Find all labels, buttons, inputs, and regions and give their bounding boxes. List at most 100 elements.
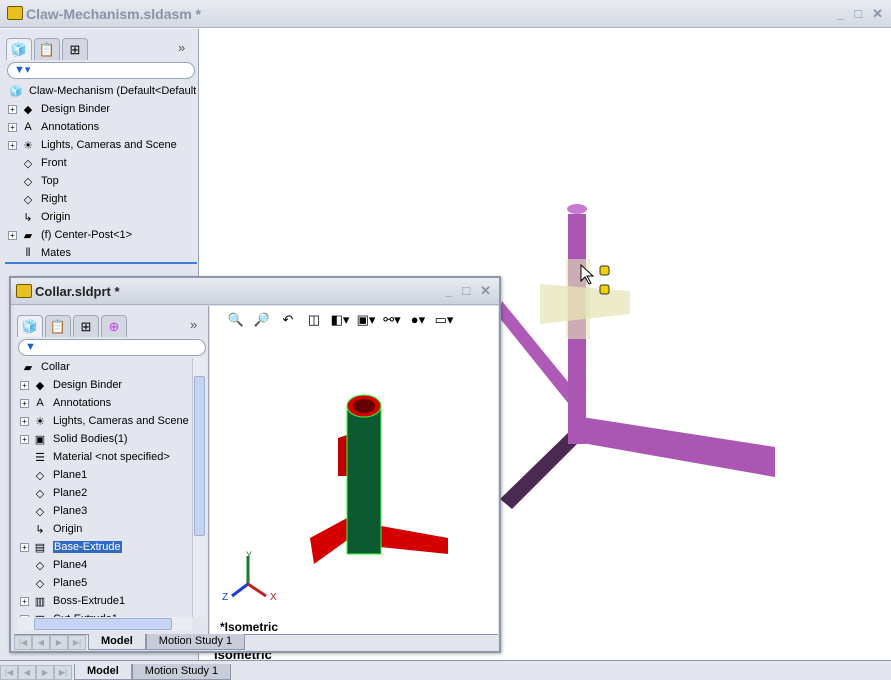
design-binder-icon: ◆ <box>23 103 33 116</box>
collar-window: Collar.sldprt * _ □ ✕ 🧊 📋 ⊞ ⊕ » ▼ ▰ Colla… <box>9 276 501 653</box>
tab-configuration-manager[interactable]: ⊞ <box>62 38 88 60</box>
expand-icon[interactable]: + <box>8 104 17 114</box>
tree-item[interactable]: ◇ Top <box>8 172 198 190</box>
collar-graphics-area[interactable]: 🔍 🔎 ↶ ◫ ◧▾ ▣▾ ⚯▾ ●▾ ▭▾ Y Z X *Isometric <box>210 306 498 636</box>
tree-item[interactable]: + ◆ Design Binder <box>8 100 198 118</box>
plane-icon: ◇ <box>23 175 33 188</box>
collar-minimize-button[interactable]: _ <box>445 283 452 299</box>
tree-item-label: Origin <box>53 523 83 535</box>
maximize-button[interactable]: □ <box>854 6 862 22</box>
tree-item[interactable]: ↳ Origin <box>20 520 192 538</box>
next-tab-button[interactable]: ▶ <box>50 635 68 650</box>
expand-icon[interactable]: + <box>20 596 29 606</box>
tab-feature-manager[interactable]: 🧊 <box>6 38 32 60</box>
prev-tab-button[interactable]: ◀ <box>32 635 50 650</box>
tree-item[interactable]: ☰ Material <not specified> <box>20 448 192 466</box>
tab-dimxpert[interactable]: ⊕ <box>101 315 127 337</box>
plane-icon: ◇ <box>23 157 33 170</box>
collar-filter-input[interactable]: ▼ <box>18 339 206 356</box>
minimize-button[interactable]: _ <box>837 6 844 22</box>
tree-item[interactable]: + ▥ Boss-Extrude1 <box>20 592 192 610</box>
mate-icon <box>599 265 610 276</box>
tree-item-label: Plane4 <box>53 559 88 571</box>
next-tab-button[interactable]: ▶ <box>36 665 54 680</box>
collar-maximize-button[interactable]: □ <box>462 283 470 299</box>
prev-tab-button[interactable]: ◀ <box>18 665 36 680</box>
tree-item-label: Right <box>41 193 67 205</box>
tree-item[interactable]: ◇ Plane3 <box>20 502 192 520</box>
tree-item-label: Plane3 <box>53 505 88 517</box>
annotations-icon: A <box>24 121 32 133</box>
collar-more-tabs-button[interactable]: » <box>190 317 197 332</box>
tree-item[interactable]: + A Annotations <box>20 394 192 412</box>
tree-item-label: Collar <box>41 361 70 373</box>
tree-item-label: Plane1 <box>53 469 88 481</box>
tree-item[interactable]: + ☀ Lights, Cameras and Scene <box>20 412 192 430</box>
tab-model[interactable]: Model <box>74 664 132 680</box>
tree-item[interactable]: ◇ Front <box>8 154 198 172</box>
scroll-thumb[interactable] <box>194 376 205 536</box>
filter-icon: ▼ <box>25 341 36 353</box>
tree-item[interactable]: ◇ Plane1 <box>20 466 192 484</box>
expand-icon[interactable]: + <box>20 434 29 444</box>
tree-item[interactable]: + ☀ Lights, Cameras and Scene <box>8 136 198 154</box>
tree-item[interactable]: + ▤ Base-Extrude <box>20 538 192 556</box>
more-tabs-button[interactable]: » <box>178 40 185 55</box>
tree-item[interactable]: +▦Cut-Extrude1 <box>20 610 192 617</box>
tree-item[interactable]: + ◆ Design Binder <box>20 376 192 394</box>
tree-item[interactable]: + ▰ (f) Center-Post<1> <box>8 226 198 244</box>
tree-item-label: Boss-Extrude1 <box>53 595 126 607</box>
post-leg-right <box>582 417 775 477</box>
tree-item[interactable]: ◇ Right <box>8 190 198 208</box>
tab-configuration-manager[interactable]: ⊞ <box>73 315 99 337</box>
tree-item[interactable]: ⫴ Mates <box>8 244 198 262</box>
tab-property-manager[interactable]: 📋 <box>45 315 71 337</box>
collar-tube <box>346 405 382 555</box>
tree-item-label: Design Binder <box>53 379 123 391</box>
tree-item[interactable]: + A Annotations <box>8 118 198 136</box>
tree-item[interactable]: ◇ Plane2 <box>20 484 192 502</box>
tree-item[interactable]: ◇ Plane5 <box>20 574 192 592</box>
tree-item-label: Top <box>41 175 59 187</box>
expand-icon[interactable]: + <box>8 230 17 240</box>
first-tab-button[interactable]: |◀ <box>14 635 32 650</box>
tree-item-label: Claw-Mechanism (Default<Default <box>29 85 197 97</box>
close-button[interactable]: ✕ <box>872 6 883 22</box>
tree-root[interactable]: ▰ Collar <box>20 358 192 376</box>
part-icon: ▰ <box>23 229 33 242</box>
collar-close-button[interactable]: ✕ <box>480 283 491 299</box>
tab-motion-study[interactable]: Motion Study 1 <box>131 664 232 680</box>
tree-item[interactable]: + ▣ Solid Bodies(1) <box>20 430 192 448</box>
tree-item-label: Design Binder <box>41 103 111 115</box>
tab-motion-study[interactable]: Motion Study 1 <box>145 634 246 650</box>
scroll-thumb[interactable] <box>34 618 172 630</box>
plane-icon: ◇ <box>35 487 45 500</box>
tree-item[interactable]: ↳ Origin <box>8 208 198 226</box>
tree-item-label: (f) Center-Post<1> <box>41 229 133 241</box>
tree-item-label: Front <box>41 157 67 169</box>
expand-icon[interactable]: + <box>20 380 29 390</box>
first-tab-button[interactable]: |◀ <box>0 665 18 680</box>
tree-root[interactable]: 🧊 Claw-Mechanism (Default<Default <box>8 82 198 100</box>
expand-icon[interactable]: + <box>8 122 17 132</box>
expand-icon[interactable]: + <box>20 416 29 426</box>
collar-window-title: Collar.sldprt * <box>35 284 120 299</box>
tree-item-label: Lights, Cameras and Scene <box>41 139 177 151</box>
plane-icon: ◇ <box>35 577 45 590</box>
expand-icon[interactable]: + <box>20 398 29 408</box>
tree-item[interactable]: ◇ Plane4 <box>20 556 192 574</box>
lights-icon: ☀ <box>35 415 45 428</box>
last-tab-button[interactable]: ▶| <box>54 665 72 680</box>
tree-item-label: Plane5 <box>53 577 88 589</box>
tab-model[interactable]: Model <box>88 634 146 650</box>
expand-icon[interactable]: + <box>20 542 29 552</box>
filter-input[interactable]: ▼▾ <box>7 62 195 79</box>
last-tab-button[interactable]: ▶| <box>68 635 86 650</box>
origin-icon: ↳ <box>23 211 33 224</box>
tab-property-manager[interactable]: 📋 <box>34 38 60 60</box>
tree-horizontal-scrollbar[interactable] <box>18 617 192 631</box>
expand-icon[interactable]: + <box>8 140 17 150</box>
assembly-icon: 🧊 <box>9 85 23 98</box>
tab-feature-manager[interactable]: 🧊 <box>17 315 43 337</box>
tree-vertical-scrollbar[interactable] <box>192 358 206 617</box>
